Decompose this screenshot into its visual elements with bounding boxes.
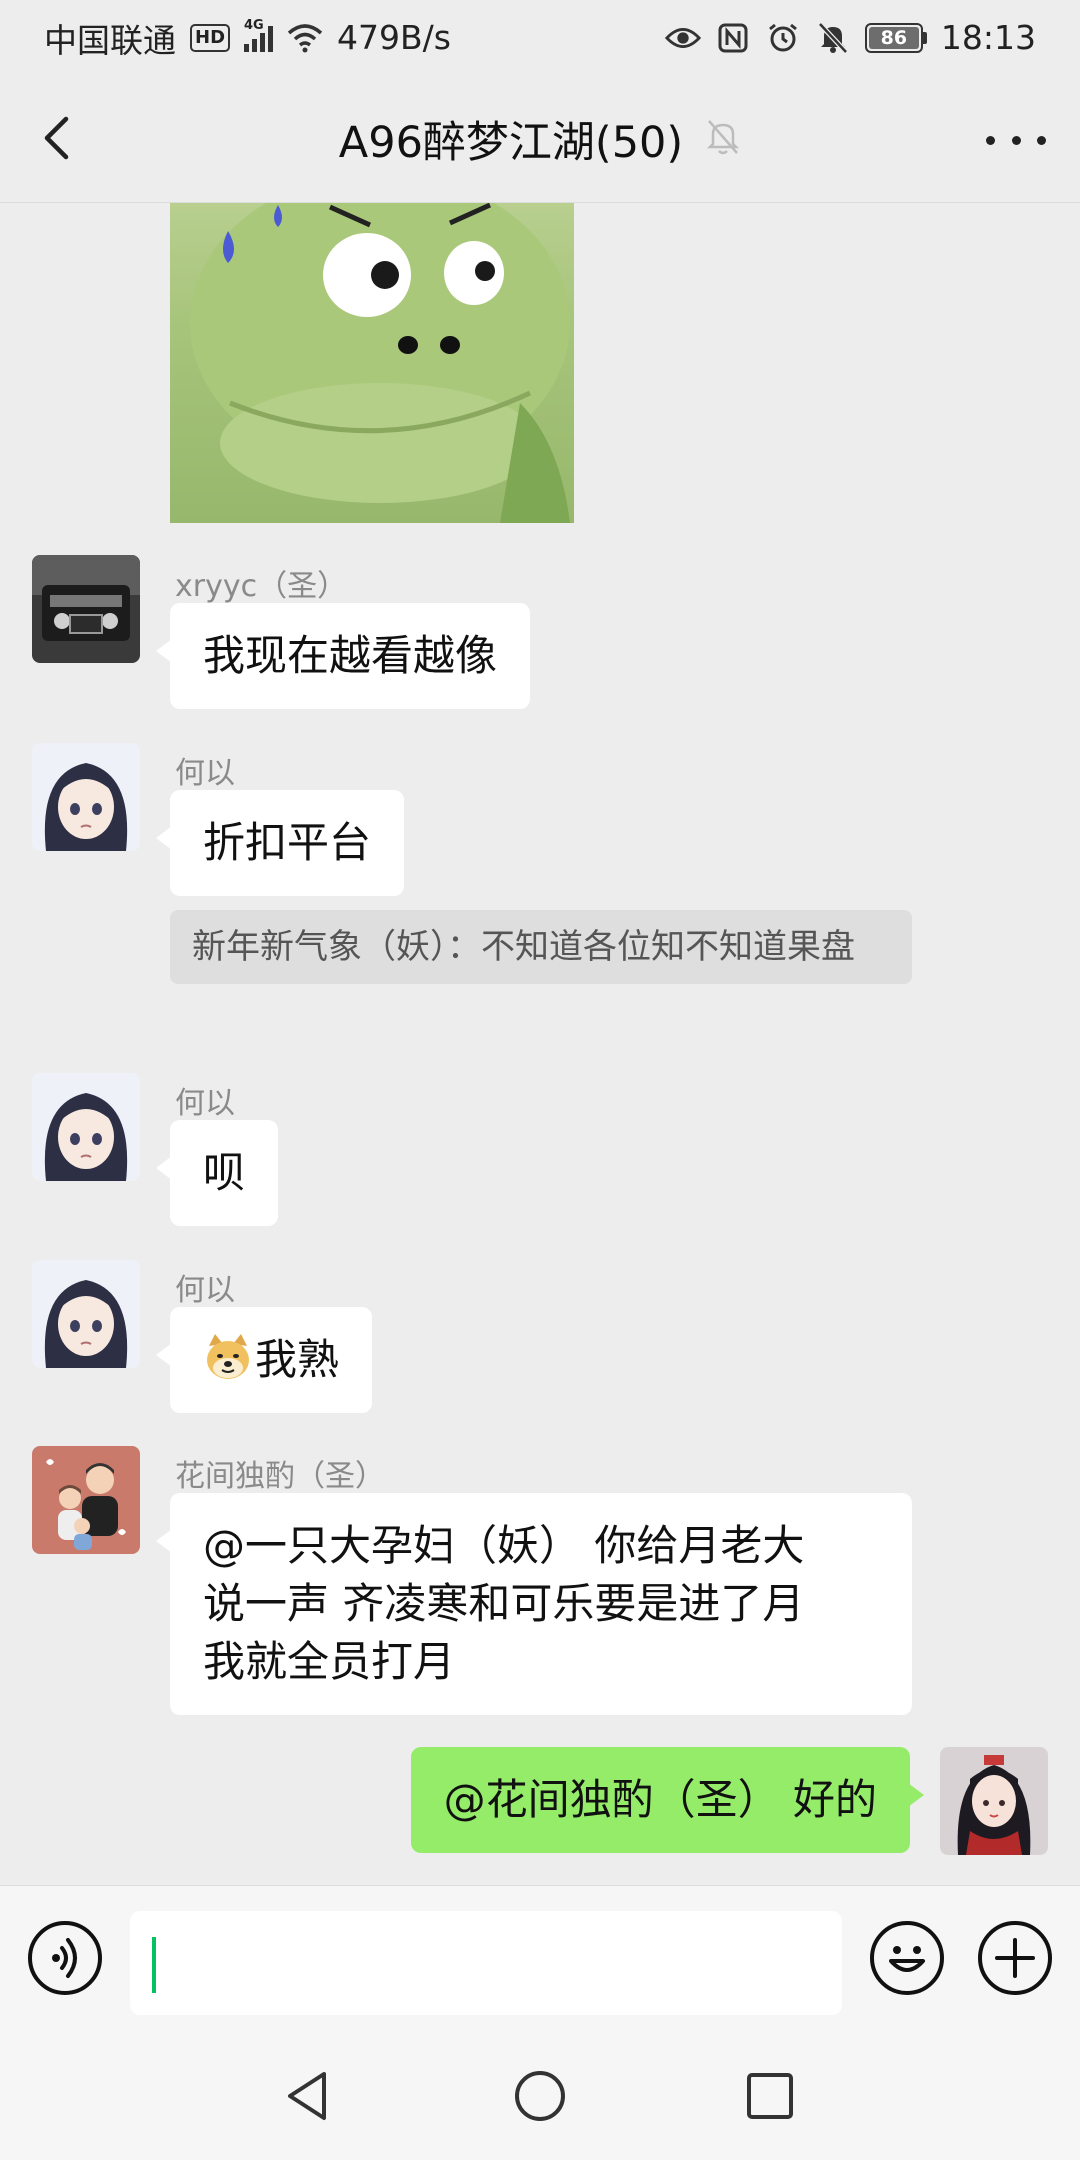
recents-square-icon[interactable] (742, 2068, 798, 2124)
input-bar (0, 1885, 1080, 2030)
nfc-icon (715, 20, 751, 56)
sender-name: 何以 (175, 756, 235, 791)
costume-girl-avatar[interactable] (940, 1747, 1048, 1855)
system-nav-bar (0, 2030, 1080, 2160)
sender-name: 何以 (175, 1273, 235, 1308)
sender-name: xryyc（圣） (175, 569, 348, 604)
page-title: A96醉梦江湖(50) (338, 117, 684, 168)
text-caret (152, 1937, 156, 1993)
message-line: 说一声 齐凌寒和可乐要是进了月 (203, 1579, 805, 1628)
message-bubble[interactable]: 呗 (155, 1120, 279, 1226)
my-message-bubble[interactable]: @花间独酌（圣） 好的 (410, 1747, 925, 1853)
signal-tag: 4G (244, 17, 264, 33)
eye-icon (664, 20, 701, 56)
sender-name: 花间独酌（圣） (175, 1459, 385, 1494)
status-bar: 中国联通 HD 4G 479B/s 86 18:13 (0, 0, 1080, 75)
home-circle-icon[interactable] (512, 2068, 568, 2124)
chat-header: A96醉梦江湖(50) (0, 75, 1080, 203)
plus-icon[interactable] (978, 1921, 1052, 1995)
chevron-left-icon[interactable] (34, 113, 84, 163)
chat-area[interactable]: xryyc（圣） 我现在越看越像 何以 折扣平台 新年新气象（妖）：不知道各位知… (0, 203, 1080, 1885)
doge-emoji (203, 1332, 253, 1382)
clock: 18:13 (940, 18, 1036, 57)
more-dots-icon[interactable] (986, 115, 1046, 165)
sender-name: 何以 (175, 1086, 235, 1121)
battery-level: 86 (868, 26, 919, 49)
car-avatar[interactable] (32, 555, 140, 663)
wifi-icon (287, 20, 323, 56)
back-triangle-icon[interactable] (280, 2068, 336, 2124)
bell-off-icon (705, 118, 741, 160)
message-input[interactable] (130, 1911, 842, 2015)
message-line: 我就全员打月 (203, 1637, 456, 1686)
message-bubble[interactable]: 折扣平台 (155, 790, 405, 896)
anime-girl-avatar[interactable] (32, 1260, 140, 1368)
title-wrap: A96醉梦江湖(50) (339, 108, 741, 170)
anime-girl-avatar[interactable] (32, 743, 140, 851)
carrier-name: 中国联通 (44, 20, 176, 60)
message-text: 我熟 (255, 1335, 340, 1384)
smiley-icon[interactable] (870, 1921, 944, 1995)
quoted-message[interactable]: 新年新气象（妖）：不知道各位知不知道果盘 (170, 910, 912, 984)
message-bubble[interactable]: 我现在越看越像 (155, 603, 531, 709)
battery-icon: 86 (864, 22, 927, 53)
message-bubble[interactable]: 我熟 (155, 1307, 373, 1413)
status-right: 86 18:13 (664, 18, 1036, 57)
hd-icon: HD (190, 23, 231, 52)
voice-icon[interactable] (28, 1921, 102, 1995)
anime-girl-avatar[interactable] (32, 1073, 140, 1181)
net-speed: 479B/s (337, 18, 451, 57)
mute-icon (815, 20, 851, 56)
message-line: @一只大孕妇（妖） 你给月老大 (203, 1521, 805, 1570)
family-avatar[interactable] (32, 1446, 140, 1554)
message-bubble[interactable]: @一只大孕妇（妖） 你给月老大 说一声 齐凌寒和可乐要是进了月 我就全员打月 (156, 1493, 912, 1715)
frog-sticker[interactable] (170, 203, 574, 523)
alarm-icon (765, 20, 801, 56)
status-left: 中国联通 HD 4G 479B/s (44, 14, 451, 62)
signal-icon: 4G (244, 18, 274, 52)
